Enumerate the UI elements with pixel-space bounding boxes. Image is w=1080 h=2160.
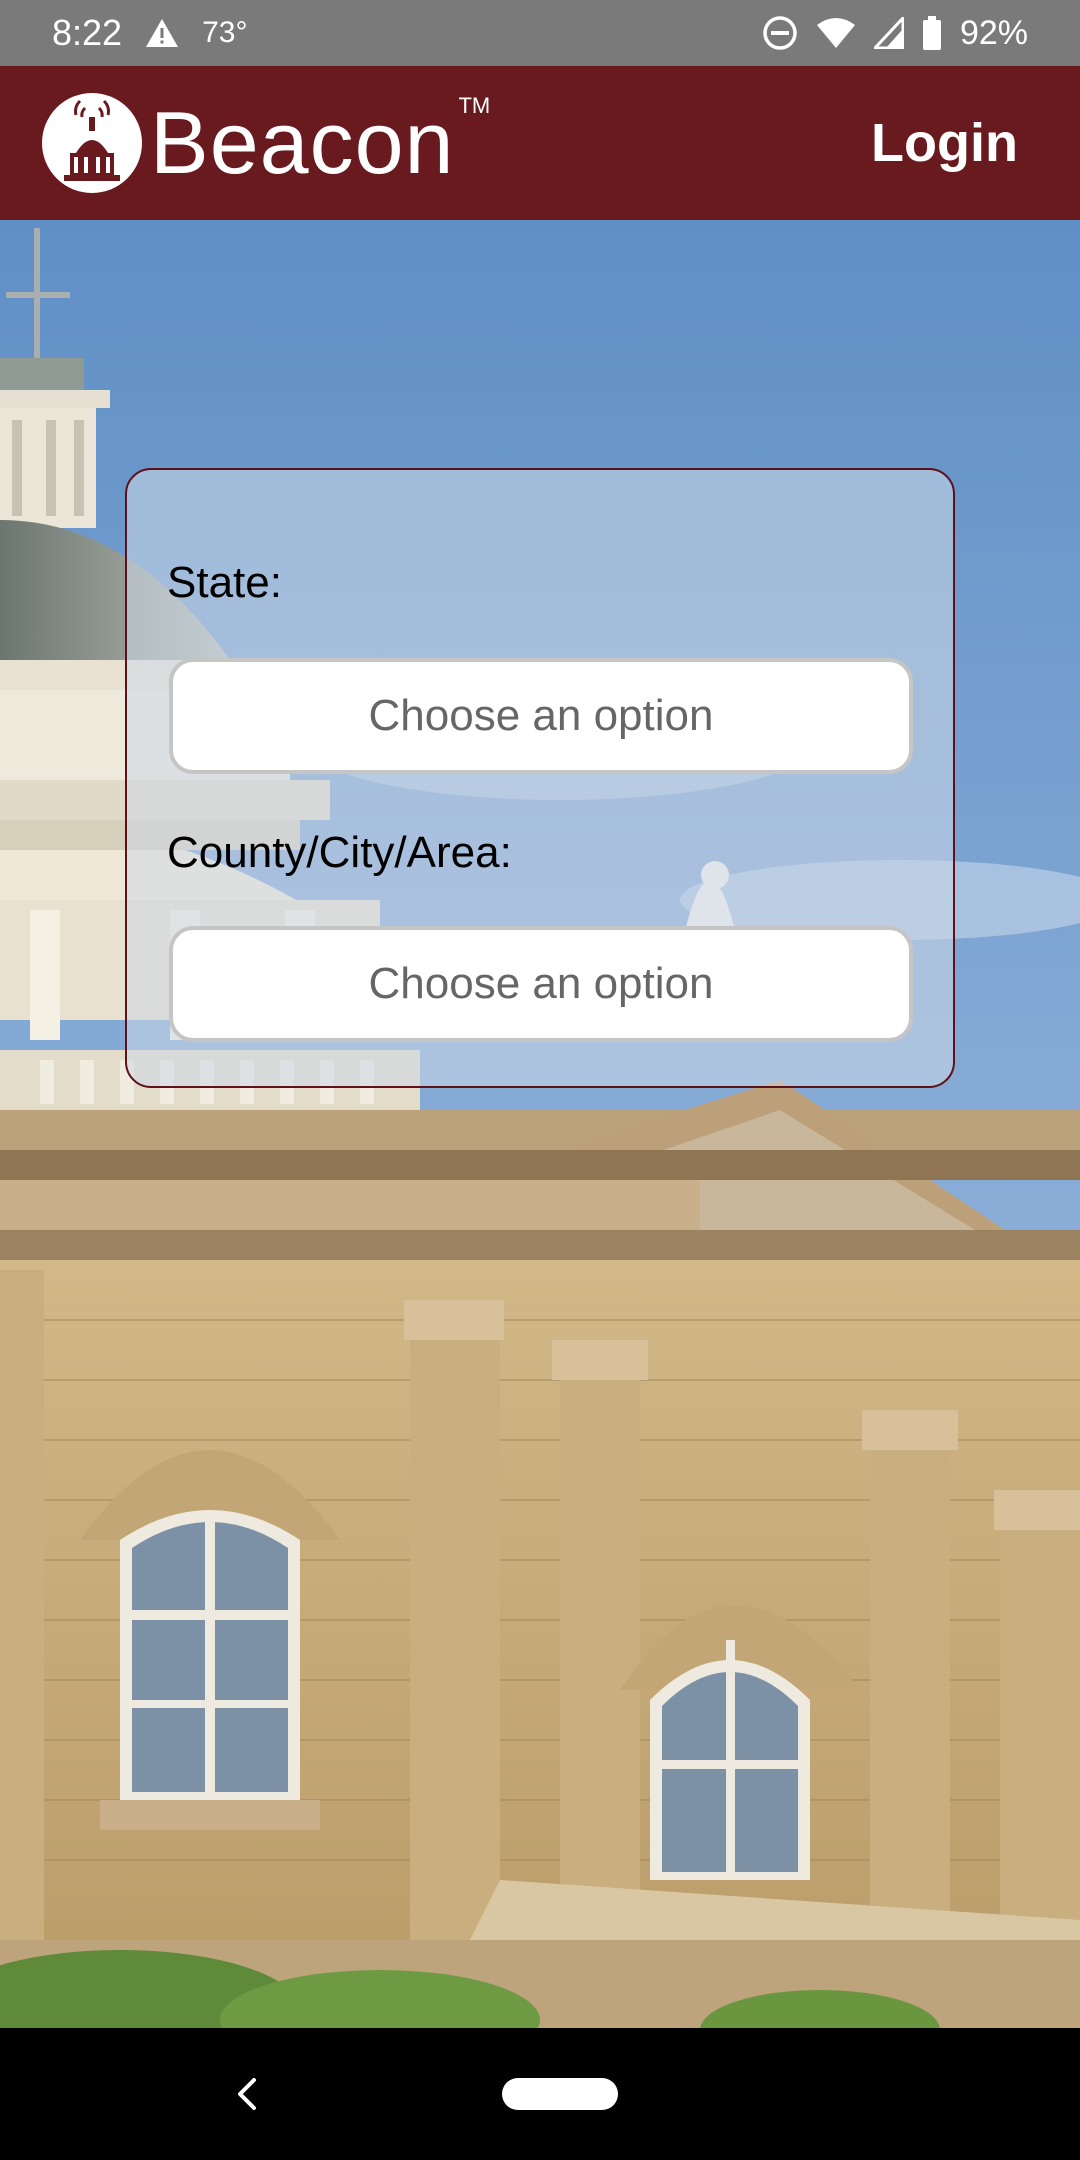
brand[interactable]: Beacon TM	[40, 91, 490, 195]
state-select[interactable]: Choose an option	[169, 658, 913, 774]
app-header: Beacon TM Login	[0, 66, 1080, 220]
back-icon[interactable]	[222, 2068, 274, 2120]
county-select[interactable]: Choose an option	[169, 926, 913, 1042]
home-pill[interactable]	[502, 2078, 618, 2110]
status-battery: 92%	[959, 13, 1028, 52]
location-selector-panel: State: Choose an option County/City/Area…	[125, 468, 955, 1088]
warning-icon	[144, 17, 180, 49]
state-label: State:	[167, 558, 282, 607]
signal-icon	[873, 17, 904, 49]
wifi-icon	[816, 17, 856, 49]
login-button[interactable]: Login	[871, 112, 1018, 174]
battery-icon	[922, 16, 942, 50]
brand-name: Beacon	[150, 93, 455, 192]
brand-trademark: TM	[458, 93, 491, 118]
county-label: County/City/Area:	[167, 828, 512, 877]
status-right: 92%	[762, 14, 1028, 53]
beacon-logo	[42, 93, 142, 193]
status-bar: 8:22 73° 92%	[0, 0, 1080, 66]
do-not-disturb-icon	[762, 15, 798, 51]
status-time: 8:22	[52, 12, 123, 53]
navigation-bar	[0, 2028, 1080, 2160]
status-temperature: 73°	[202, 16, 248, 49]
status-left: 8:22 73°	[52, 12, 247, 54]
